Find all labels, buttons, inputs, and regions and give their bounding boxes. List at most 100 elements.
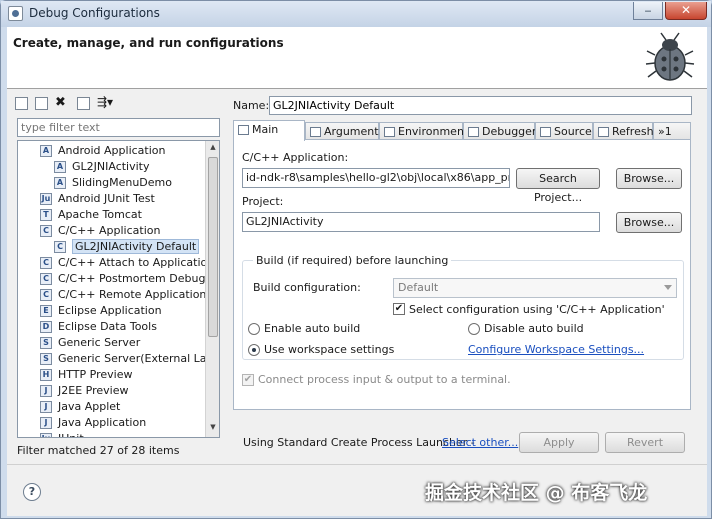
watermark: 掘金技术社区 @ 布客飞龙 (425, 482, 648, 504)
server-external-icon: S (40, 353, 52, 365)
j2ee-icon: J (40, 385, 52, 397)
use-workspace-radio[interactable] (248, 344, 260, 356)
tree-scrollbar[interactable]: ▲ ▼ (205, 141, 219, 437)
debug-window-icon (8, 6, 23, 21)
app-path-input[interactable]: id-ndk-r8\samples\hello-gl2\obj\local\x8… (242, 168, 510, 188)
tree-item-label: Apache Tomcat (58, 208, 142, 221)
project-input[interactable]: GL2JNIActivity (242, 212, 600, 232)
c-attach-icon: C (40, 257, 52, 269)
refresh-tab-icon (598, 127, 609, 137)
tree-item-label: Android Application (58, 144, 166, 157)
tree-item-label: C/C++ Attach to Application (58, 256, 215, 269)
tab-source[interactable]: Source (535, 122, 593, 140)
scroll-thumb[interactable] (208, 157, 218, 337)
tree-item-label: GL2JNIActivity Default (72, 239, 200, 254)
tree-item-label: SlidingMenuDemo (72, 176, 172, 189)
filter-input[interactable] (17, 118, 220, 137)
configuration-toolbar: ✖ ⇶▾ (15, 95, 230, 113)
filter-menu-icon[interactable]: ⇶▾ (97, 95, 113, 109)
main-tab-icon (238, 125, 249, 135)
c-config-icon: C (54, 241, 66, 253)
tree-item-label: GL2JNIActivity (72, 160, 150, 173)
tab-environment[interactable]: Environment (379, 122, 468, 140)
bottom-bar: ? 掘金技术社区 @ 布客飞龙 (7, 464, 707, 516)
tree-item-label: Generic Server (58, 336, 141, 349)
select-config-label: Select configuration using 'C/C++ Applic… (409, 303, 665, 316)
scroll-down-icon[interactable]: ▼ (208, 423, 218, 435)
chevron-down-icon (664, 285, 672, 290)
launcher-text: Using Standard Create Process Launcher - (243, 436, 475, 449)
server-icon: S (40, 337, 52, 349)
tree-item-label: Java Applet (58, 400, 121, 413)
connect-terminal-label: Connect process input & output to a term… (258, 373, 511, 386)
collapse-all-icon[interactable] (77, 97, 90, 110)
java-app-icon: J (40, 417, 52, 429)
search-project-button[interactable]: Search Project... (516, 168, 600, 204)
help-icon[interactable]: ? (23, 483, 41, 501)
apply-button[interactable]: Apply (519, 432, 599, 453)
config-tabs: Main Arguments Environment Debugger Sour… (233, 120, 691, 141)
new-config-icon[interactable] (15, 97, 28, 110)
scroll-up-icon[interactable]: ▲ (208, 143, 218, 155)
eclipse-icon: E (40, 305, 52, 317)
applet-icon: J (40, 401, 52, 413)
build-group-title: Build (if required) before launching (253, 254, 452, 267)
window-title: Debug Configurations (29, 6, 160, 20)
browse-app-button[interactable]: Browse... (616, 168, 682, 189)
revert-button[interactable]: Revert (605, 432, 685, 453)
enable-auto-build-label: Enable auto build (264, 322, 361, 335)
project-label: Project: (242, 195, 284, 208)
banner-title: Create, manage, and run configurations (13, 36, 284, 50)
tab-overflow[interactable]: »1 (653, 122, 691, 140)
tab-debugger[interactable]: Debugger (463, 122, 536, 140)
debug-configurations-window: Debug Configurations ‒ ✕ Create, manage,… (0, 0, 712, 519)
tree-item-label: C/C++ Application (58, 224, 161, 237)
browse-project-button[interactable]: Browse... (616, 212, 682, 233)
duplicate-config-icon[interactable] (35, 97, 48, 110)
tree-item-label: J2EE Preview (58, 384, 129, 397)
tree-item-label: Eclipse Data Tools (58, 320, 157, 333)
disable-auto-build-label: Disable auto build (484, 322, 584, 335)
name-label: Name: (233, 99, 270, 112)
overflow-icon: »1 (658, 125, 672, 138)
http-icon: H (40, 369, 52, 381)
filter-status: Filter matched 27 of 28 items (17, 444, 180, 457)
tree-item-label: JUnit (58, 432, 84, 437)
tomcat-icon: T (40, 209, 52, 221)
enable-auto-build-radio[interactable] (248, 323, 260, 335)
build-config-label: Build configuration: (253, 281, 361, 294)
title-bar: Debug Configurations ‒ ✕ (1, 1, 711, 27)
arguments-tab-icon (310, 127, 321, 137)
tree-item-label: Java Application (58, 416, 147, 429)
name-input[interactable] (269, 96, 692, 115)
delete-config-icon[interactable]: ✖ (55, 95, 66, 110)
source-tab-icon (540, 127, 551, 137)
tree-item-label: Android JUnit Test (58, 192, 155, 205)
tree-item-label: Eclipse Application (58, 304, 162, 317)
main-tab-panel: C/C++ Application: id-ndk-r8\samples\hel… (233, 139, 691, 410)
tree-item-label: C/C++ Postmortem Debugger (58, 272, 220, 285)
connect-terminal-checkbox[interactable]: ✔ (242, 374, 254, 386)
environment-tab-icon (384, 127, 395, 137)
tab-main[interactable]: Main (233, 120, 305, 141)
tree-item-label: HTTP Preview (58, 368, 133, 381)
junit-icon: Ju (40, 193, 52, 205)
select-other-link[interactable]: Select other... (442, 436, 518, 449)
main-content: ✖ ⇶▾ A Android Application A GL2JNIActivity… (7, 89, 707, 464)
c-app-icon: C (40, 225, 52, 237)
disable-auto-build-radio[interactable] (468, 323, 480, 335)
c-postmortem-icon: C (40, 273, 52, 285)
close-window-button[interactable]: ✕ (665, 2, 707, 20)
android-config-icon: A (54, 177, 66, 189)
tree-item-label: Generic Server(External Launch) (58, 352, 220, 365)
configure-workspace-link[interactable]: Configure Workspace Settings... (468, 343, 644, 356)
junit-icon: Ju (40, 433, 52, 437)
debugger-tab-icon (468, 127, 479, 137)
select-config-checkbox[interactable]: ✔ (393, 303, 405, 315)
tab-arguments[interactable]: Arguments (305, 122, 384, 140)
app-label: C/C++ Application: (242, 151, 349, 164)
minimize-button[interactable]: ‒ (633, 2, 663, 20)
use-workspace-label: Use workspace settings (264, 343, 395, 356)
c-remote-icon: C (40, 289, 52, 301)
tab-refresh[interactable]: Refresh (593, 122, 654, 140)
